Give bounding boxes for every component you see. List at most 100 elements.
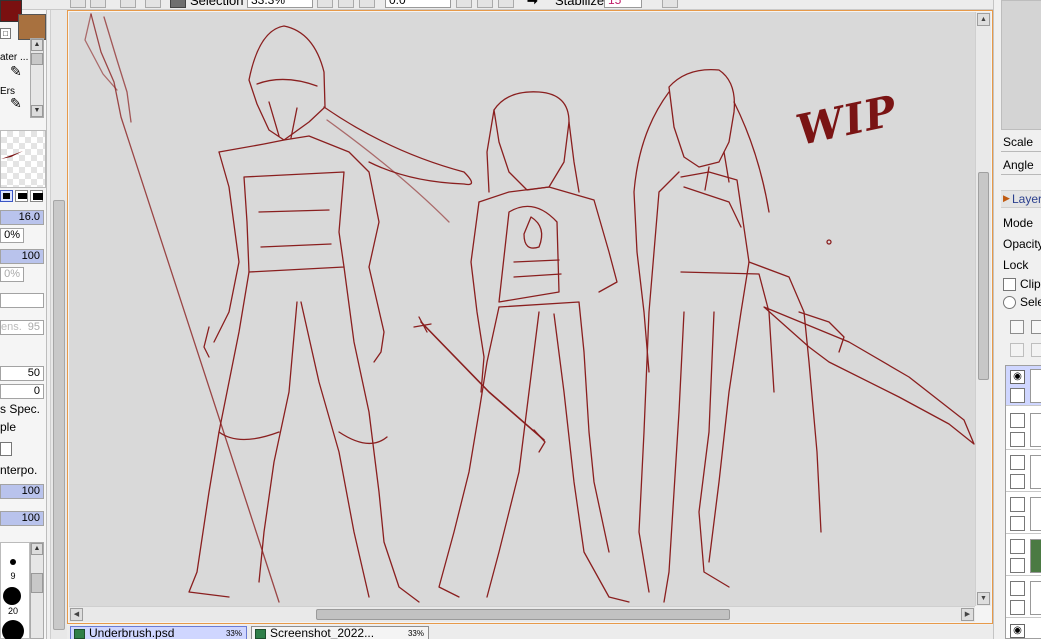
tool-name-1[interactable]: ater ... xyxy=(0,52,28,63)
doc-tab-screenshot[interactable]: Screenshot_2022... 33% xyxy=(251,626,429,639)
brush-tool-icon[interactable]: ✎ xyxy=(10,64,22,78)
angle-slider[interactable] xyxy=(1001,174,1041,175)
stabilizer-select[interactable]: 15 xyxy=(604,0,642,8)
brush-lock-icon[interactable] xyxy=(1010,474,1025,489)
toolbar-extra-button[interactable] xyxy=(662,0,678,8)
zoom-in-button[interactable] xyxy=(120,0,136,8)
sample-label[interactable]: ple xyxy=(0,421,16,433)
interpolation-checkbox[interactable] xyxy=(0,442,12,456)
canvas-horizontal-scrollbar[interactable]: ◀ ▶ xyxy=(69,606,975,622)
brush-shape-1[interactable] xyxy=(0,190,13,202)
scroll-down-icon[interactable]: ▼ xyxy=(31,105,43,117)
scroll-down-icon[interactable]: ▼ xyxy=(977,592,990,605)
zoom-minus-button[interactable] xyxy=(317,0,333,8)
dilution-field[interactable]: 0 xyxy=(0,384,44,399)
layer-row[interactable] xyxy=(1006,578,1041,618)
zoom-reset-button[interactable] xyxy=(359,0,375,8)
tool-panel-scrollbar[interactable] xyxy=(50,10,67,639)
swap-colors-icon[interactable]: □ xyxy=(0,28,11,39)
brush-lock-icon[interactable] xyxy=(1010,516,1025,531)
dens-field[interactable]: ens. 95 xyxy=(0,320,44,335)
tool-list-scrollbar[interactable]: ▲ ▼ xyxy=(30,38,44,118)
brush-lock-icon[interactable] xyxy=(1010,432,1025,447)
drawing-canvas[interactable]: WIP xyxy=(69,12,975,606)
canvas-horizontal-scroll-thumb[interactable] xyxy=(316,609,730,620)
clipping-checkbox[interactable] xyxy=(1003,278,1016,291)
scroll-left-icon[interactable]: ◀ xyxy=(70,608,83,621)
scroll-up-icon[interactable]: ▲ xyxy=(31,39,43,51)
brush-lock-icon[interactable] xyxy=(1010,558,1025,573)
doc-tab-underbrush[interactable]: Underbrush.psd 33% xyxy=(70,626,247,639)
scroll-right-icon[interactable]: ▶ xyxy=(961,608,974,621)
collapse-arrow-icon[interactable]: ▶ xyxy=(1003,193,1010,204)
layer-row[interactable]: ◉ xyxy=(1006,620,1041,639)
layer-row[interactable]: ◉ xyxy=(1006,366,1041,406)
brush-lock-icon[interactable] xyxy=(1010,600,1025,615)
min-size-field[interactable]: 0% xyxy=(0,228,24,243)
scroll-thumb[interactable] xyxy=(31,53,43,65)
merge-down-icon[interactable] xyxy=(1031,343,1041,357)
dens-value: 95 xyxy=(27,321,40,333)
brush-size-dot-9[interactable] xyxy=(10,559,16,565)
blending-field[interactable]: 50 xyxy=(0,366,44,381)
advanced-spec-label[interactable]: s Spec. xyxy=(0,403,40,415)
brush-shape-2[interactable] xyxy=(15,190,28,202)
visibility-toggle[interactable] xyxy=(1010,539,1025,554)
brush-size-list[interactable]: 9 20 xyxy=(0,542,30,639)
clipping-label: Clipp xyxy=(1020,277,1041,291)
visibility-toggle[interactable] xyxy=(1010,413,1025,428)
eraser-tool-icon[interactable]: ✎ xyxy=(10,96,22,110)
brush-size-dot-20[interactable] xyxy=(3,587,21,605)
blank-field[interactable] xyxy=(0,293,44,308)
rotate-reset-button[interactable] xyxy=(498,0,514,8)
zoom-plus-button[interactable] xyxy=(338,0,354,8)
canvas-vertical-scroll-thumb[interactable] xyxy=(978,172,989,380)
layer-row[interactable] xyxy=(1006,494,1041,534)
rotate-left-button[interactable] xyxy=(456,0,472,8)
visibility-toggle[interactable] xyxy=(1010,455,1025,470)
new-layer-icon[interactable] xyxy=(1010,320,1024,334)
interpolation-label: nterpo. xyxy=(0,463,38,477)
layer-row[interactable] xyxy=(1006,410,1041,450)
layer-row[interactable] xyxy=(1006,536,1041,576)
layer-panel-header[interactable]: ▶ Layer xyxy=(1001,190,1041,208)
density-field[interactable]: 100 xyxy=(0,249,44,264)
brush-size-scrollbar[interactable]: ▲ xyxy=(30,542,44,639)
visibility-toggle[interactable] xyxy=(1010,581,1025,596)
brush-shape-3[interactable] xyxy=(30,190,43,202)
scroll-thumb[interactable] xyxy=(31,573,43,593)
zoom-select[interactable]: 33.3% xyxy=(247,0,313,8)
scale-slider[interactable] xyxy=(1001,151,1041,152)
brush-lock-icon[interactable] xyxy=(1010,388,1025,403)
transfer-down-icon[interactable] xyxy=(1010,343,1024,357)
layer-list[interactable]: ◉ ◉ xyxy=(1005,365,1041,639)
layer-row[interactable] xyxy=(1006,452,1041,492)
brush-size-dot-large[interactable] xyxy=(2,620,24,639)
document-tab-bar: Underbrush.psd 33% Screenshot_2022... 33… xyxy=(67,625,993,639)
zoom-out-button[interactable] xyxy=(145,0,161,8)
selection-edge-icon[interactable] xyxy=(170,0,186,8)
angle-label: Angle xyxy=(1003,158,1034,172)
value-field-1[interactable]: 100 xyxy=(0,484,44,499)
tool-column: □ ater ... ✎ Ers ✎ ▲ ▼ 16.0 0% 100 0% en… xyxy=(0,0,47,639)
min-density-field[interactable]: 0% xyxy=(0,267,24,282)
selection-source-radio[interactable] xyxy=(1003,296,1016,309)
deselect-button[interactable] xyxy=(70,0,86,8)
invert-selection-button[interactable] xyxy=(90,0,106,8)
visibility-toggle[interactable] xyxy=(1010,497,1025,512)
flip-horizontal-icon[interactable]: ➞ xyxy=(527,0,538,8)
layer-thumbnail xyxy=(1030,581,1041,615)
scroll-up-icon[interactable]: ▲ xyxy=(31,543,43,555)
navigator-preview[interactable] xyxy=(1001,0,1041,130)
scroll-up-icon[interactable]: ▲ xyxy=(977,13,990,26)
canvas-vertical-scrollbar[interactable]: ▲ ▼ xyxy=(975,12,991,606)
brush-size-field[interactable]: 16.0 xyxy=(0,210,44,225)
visibility-eye-icon[interactable]: ◉ xyxy=(1010,624,1025,638)
rotation-select[interactable]: 0.0 xyxy=(385,0,451,8)
new-linework-layer-icon[interactable] xyxy=(1031,320,1041,334)
tool-panel-scroll-thumb[interactable] xyxy=(53,200,65,630)
rotate-right-button[interactable] xyxy=(477,0,493,8)
value-field-2[interactable]: 100 xyxy=(0,511,44,526)
secondary-color-swatch[interactable] xyxy=(18,14,46,40)
visibility-eye-icon[interactable]: ◉ xyxy=(1010,370,1025,384)
